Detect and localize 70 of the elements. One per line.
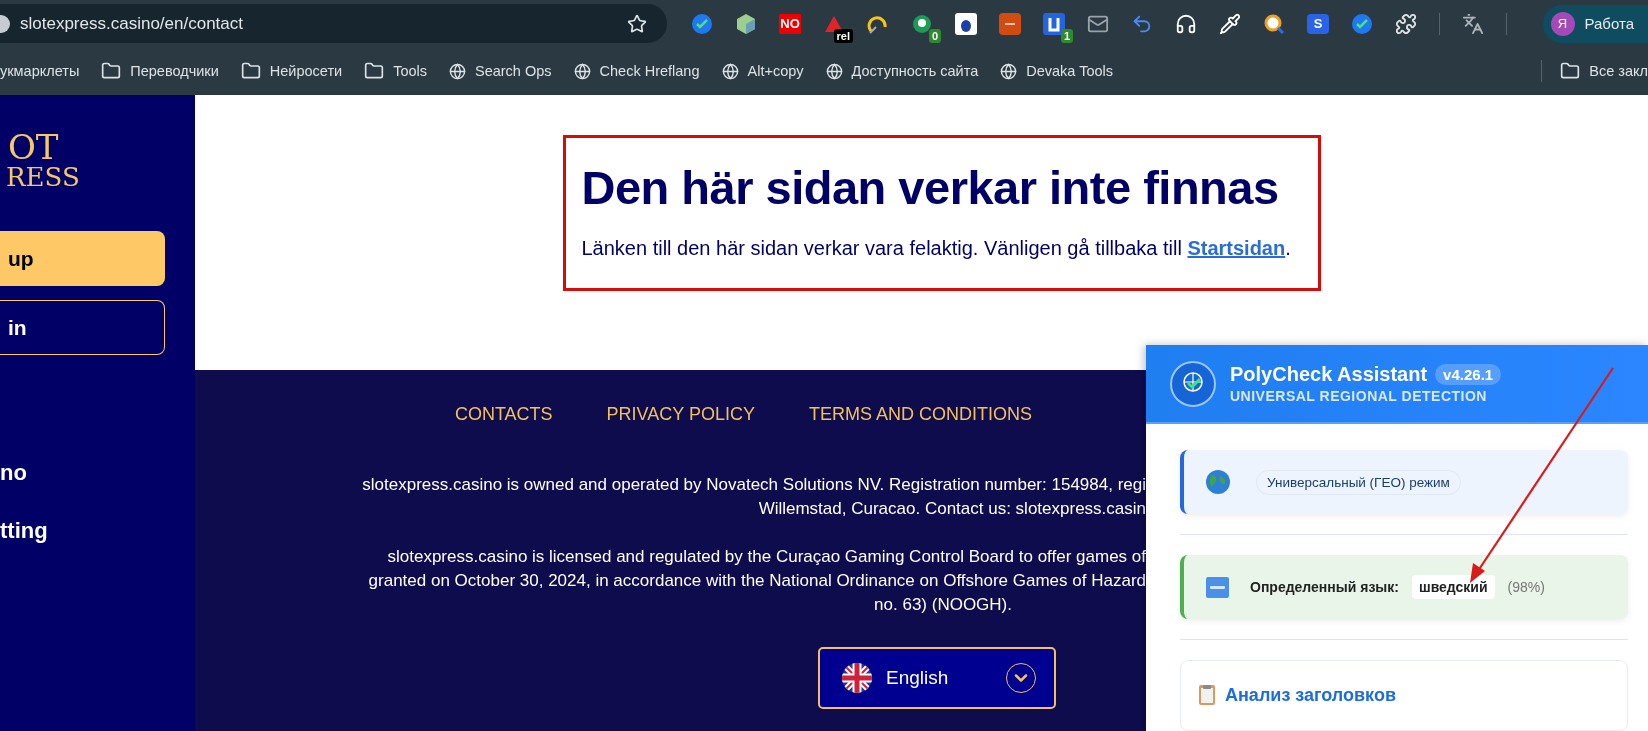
- folder-icon: [1560, 61, 1581, 81]
- footer-link[interactable]: CONTACTS: [454, 404, 553, 425]
- bookmark[interactable]: Devaka Tools: [1000, 62, 1114, 80]
- footer-link[interactable]: TERMS AND CONDITIONS: [809, 404, 1032, 425]
- url-text: slotexpress.casino/en/contact: [20, 13, 244, 34]
- headphones-icon[interactable]: [1175, 12, 1197, 35]
- bookmark[interactable]: Search Ops: [449, 62, 552, 80]
- flag-icon: [842, 663, 872, 693]
- globe-check-icon: [1170, 360, 1216, 407]
- globe-check-icon[interactable]: [1351, 12, 1373, 35]
- extension-badge: 0: [928, 28, 941, 43]
- error-message: Länken till den här sidan verkar vara felaktig. Vänligen gå tillbaka till Startsidan.: [581, 237, 1291, 260]
- globe-icon: [721, 62, 739, 80]
- globe-icon: [825, 62, 843, 80]
- error-heading: Den här sidan verkar inte finnas: [581, 160, 1279, 215]
- legal-text: slotexpress.casino is owned and operated by Novatech Solutions NV. Registration number: 154984, regi: [362, 474, 1146, 496]
- section-title: Анализ заголовков: [1225, 685, 1396, 706]
- sidebar-nav-item[interactable]: no: [0, 460, 195, 486]
- magnifier-icon[interactable]: [1263, 12, 1285, 35]
- globe-icon: [573, 62, 591, 80]
- language-value: шведский: [1411, 575, 1495, 599]
- earth-icon: [1206, 470, 1230, 494]
- folder-icon: [240, 61, 261, 81]
- bookmark[interactable]: Все закл: [1560, 61, 1648, 81]
- legal-text: no. 63) (NOOGH).: [874, 594, 1012, 616]
- sign-in-button[interactable]: in: [0, 300, 165, 355]
- logo-text: OT: [8, 130, 60, 164]
- hexagon-icon[interactable]: [736, 12, 756, 35]
- extension-badge: rel: [833, 28, 853, 43]
- language-select[interactable]: English: [818, 647, 1056, 709]
- pipette-icon[interactable]: [1219, 12, 1241, 35]
- extension-tile[interactable]: NO: [779, 13, 801, 34]
- sidebar-nav-item[interactable]: tting: [0, 518, 195, 544]
- legal-text: Willemstad, Curacao. Contact us: slotexpress.casin: [758, 498, 1146, 520]
- bookmark[interactable]: Переводчики: [101, 61, 219, 81]
- mouse-icon[interactable]: [955, 12, 977, 35]
- clipboard-icon: [1199, 685, 1215, 705]
- extension-tile[interactable]: S: [1307, 13, 1329, 34]
- logo-text: RESS: [6, 164, 81, 190]
- bookmark[interactable]: Нейросети: [240, 61, 343, 81]
- globe-icon: [449, 62, 466, 80]
- site-info-icon[interactable]: [0, 14, 10, 33]
- popup-title: PolyCheck Assistant: [1230, 363, 1428, 386]
- profile-label: Работа: [1584, 15, 1634, 32]
- globe-icon: [1000, 62, 1018, 80]
- legal-text: slotexpress.casino is licensed and regulated by the Curaçao Gaming Control Board to offer games of: [387, 546, 1146, 568]
- bookmark[interactable]: укмарклеты: [0, 63, 80, 79]
- popup-subtitle: UNIVERSAL REGIONAL DETECTION: [1230, 388, 1488, 404]
- extensions-icon[interactable]: [1395, 12, 1417, 35]
- globe-check-icon[interactable]: [691, 12, 713, 35]
- bookmark-star-icon[interactable]: [627, 13, 647, 34]
- home-link[interactable]: Startsidan: [1187, 237, 1286, 259]
- bookmark[interactable]: Check Hreflang: [573, 62, 700, 80]
- language-label: Определенный язык:: [1250, 579, 1399, 595]
- confidence-text: (98%): [1507, 579, 1545, 595]
- profile-button[interactable]: Я Работа: [1542, 4, 1648, 43]
- translate-icon[interactable]: [1462, 12, 1484, 35]
- legal-text: granted on October 30, 2024, in accordance with the National Ordinance on Offshore Games of Hazard: [368, 570, 1146, 592]
- avatar: Я: [1550, 11, 1575, 36]
- bookmark[interactable]: Tools: [364, 61, 427, 81]
- sign-up-button[interactable]: up: [0, 231, 165, 286]
- bookmark[interactable]: Alt+copy: [721, 62, 804, 80]
- address-bar[interactable]: slotexpress.casino/en/contact: [0, 4, 667, 43]
- folder-icon: [364, 61, 385, 81]
- version-badge: v4.26.1: [1435, 364, 1502, 385]
- bracket-icon[interactable]: [1043, 12, 1065, 35]
- bookmark[interactable]: Доступность сайта: [825, 62, 979, 80]
- folder-icon: [101, 61, 122, 81]
- ring-icon[interactable]: [911, 12, 933, 35]
- footer-link[interactable]: PRIVACY POLICY: [606, 404, 755, 425]
